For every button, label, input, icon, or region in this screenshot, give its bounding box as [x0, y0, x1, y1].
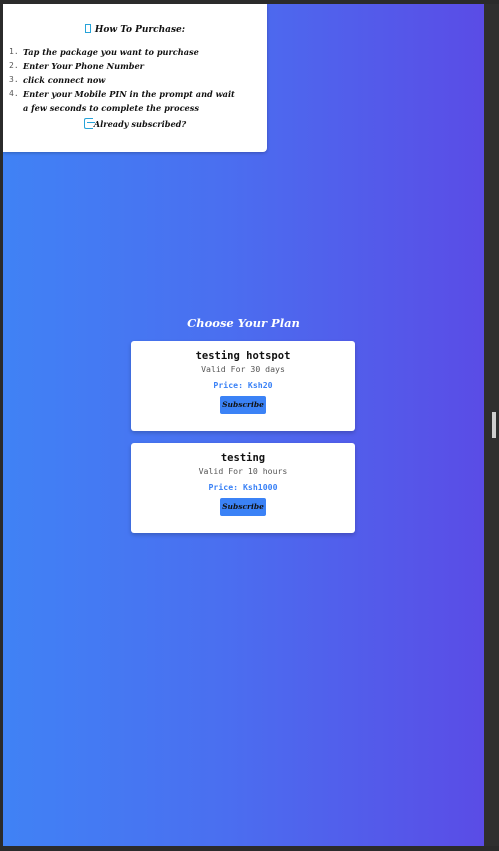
- choose-plan-heading: Choose Your Plan: [187, 316, 300, 330]
- step-number: 1.: [9, 47, 19, 56]
- step-number: 3.: [9, 75, 19, 84]
- resize-handle[interactable]: [492, 412, 496, 438]
- page-background: How To Purchase: 1. Tap the package you w…: [3, 4, 484, 846]
- step-number: 2.: [9, 61, 19, 70]
- purchase-step: 2. Enter Your Phone Number: [9, 59, 239, 73]
- subscribe-button[interactable]: Subscribe: [220, 396, 266, 414]
- step-number: 4.: [9, 89, 19, 98]
- step-text: Enter your Mobile PIN in the prompt and …: [23, 89, 235, 113]
- subscribe-button[interactable]: Subscribe: [220, 498, 266, 516]
- login-icon: [83, 118, 95, 129]
- purchase-step: 4. Enter your Mobile PIN in the prompt an…: [9, 87, 239, 115]
- how-to-purchase-title: How To Purchase:: [3, 24, 267, 35]
- plan-price: Price: Ksh20: [213, 380, 273, 390]
- step-text: Enter Your Phone Number: [23, 61, 144, 71]
- step-text: click connect now: [23, 75, 106, 85]
- purchase-steps-list: 1. Tap the package you want to purchase 2…: [9, 45, 239, 115]
- plan-name: testing: [220, 452, 266, 464]
- how-to-purchase-title-text: How To Purchase:: [94, 25, 186, 35]
- purchase-step: 3. click connect now: [9, 73, 239, 87]
- purchase-step: 1. Tap the package you want to purchase: [9, 45, 239, 59]
- plan-price: Price: Ksh1000: [208, 482, 278, 492]
- how-to-purchase-card: How To Purchase: 1. Tap the package you w…: [3, 4, 267, 152]
- plan-validity: Valid For 10 hours: [198, 466, 288, 476]
- already-subscribed-text[interactable]: Already subscribed?: [94, 119, 186, 129]
- plan-card[interactable]: testing hotspot Valid For 30 days Price:…: [131, 341, 355, 431]
- already-subscribed-link[interactable]: Already subscribed?: [3, 118, 267, 129]
- plan-card[interactable]: testing Valid For 10 hours Price: Ksh100…: [131, 443, 355, 533]
- step-text: Tap the package you want to purchase: [23, 47, 199, 57]
- plan-name: testing hotspot: [195, 350, 291, 362]
- plan-validity: Valid For 30 days: [201, 364, 285, 374]
- info-icon: [84, 24, 91, 33]
- bottom-border: [0, 846, 499, 851]
